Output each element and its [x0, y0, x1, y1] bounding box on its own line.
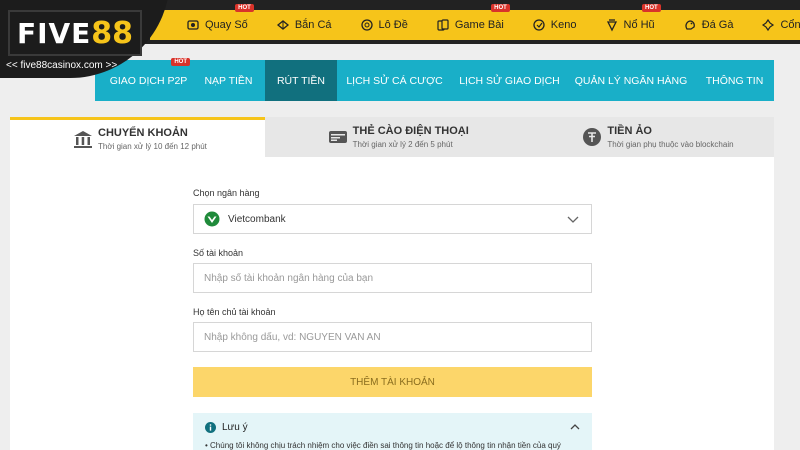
add-account-button[interactable]: THÊM TÀI KHOẢN: [193, 367, 592, 397]
tab-label: QUẢN LÝ NGÂN HÀNG: [574, 74, 688, 87]
tab-thong-tin[interactable]: THÔNG TIN: [695, 60, 774, 101]
method-text: CHUYỂN KHOẢN Thời gian xử lý 10 đến 12 p…: [98, 127, 207, 151]
game-nav-label: Đá Gà: [701, 19, 734, 31]
fish-icon: [276, 18, 290, 32]
cards-icon: [436, 18, 450, 32]
withdraw-form-panel: Chọn ngân hàng Vietcombank Số tài khoản …: [10, 157, 774, 450]
method-subtitle: Thời gian phụ thuộc vào blockchain: [607, 140, 734, 149]
info-icon: [205, 422, 216, 433]
hot-badge: HOT: [491, 4, 510, 12]
account-number-field: [193, 263, 592, 293]
game-nav-label: Bắn Cá: [294, 19, 332, 31]
account-holder-label: Họ tên chủ tài khoản: [193, 307, 276, 317]
game-nav-label: Game Bài: [454, 19, 504, 31]
tab-quan-ly-ngan-hang[interactable]: QUẢN LÝ NGÂN HÀNG: [567, 60, 695, 101]
tab-label: THÔNG TIN: [705, 74, 764, 87]
tab-label: GIAO DỊCH P2P: [109, 74, 188, 87]
game-nav: Quay Số HOT Bắn Cá Lô Đề Game Bài HOT Ke…: [150, 4, 800, 40]
withdraw-method-tabs: CHUYỂN KHOẢN Thời gian xử lý 10 đến 12 p…: [10, 117, 775, 157]
tab-rut-tien[interactable]: RÚT TIỀN: [265, 60, 337, 101]
account-nav: GIAO DỊCH P2P HOT NẠP TIỀN RÚT TIỀN LỊCH…: [95, 58, 774, 101]
bank-select-label: Chọn ngân hàng: [193, 188, 260, 198]
method-text: THẺ CÀO ĐIỆN THOẠI Thời gian xử lý 2 đến…: [353, 125, 469, 149]
game-nav-label: Nổ Hũ: [623, 19, 655, 31]
game-nav-item-keno[interactable]: Keno: [514, 10, 587, 40]
method-text: TIỀN ẢO Thời gian phụ thuộc vào blockcha…: [607, 125, 733, 149]
note-text: • Chúng tôi không chịu trách nhiệm cho v…: [205, 441, 561, 450]
rooster-icon: [683, 18, 697, 32]
method-subtitle: Thời gian xử lý 10 đến 12 phút: [98, 141, 207, 151]
account-number-input[interactable]: [204, 272, 581, 284]
tab-label: LỊCH SỬ GIAO DỊCH: [459, 74, 560, 87]
game-nav-label: Quay Số: [205, 19, 248, 31]
vietcombank-logo-icon: [204, 211, 220, 227]
brand-logo[interactable]: FIVE 88: [8, 10, 142, 56]
method-title: CHUYỂN KHOẢN: [98, 126, 188, 139]
game-nav-label: Cổng Game: [780, 19, 800, 31]
logo-text-88: 88: [91, 15, 134, 51]
card-icon: [327, 126, 349, 148]
account-number-label: Số tài khoản: [193, 248, 244, 258]
slot-icon: [605, 18, 619, 32]
method-title: THẺ CÀO ĐIỆN THOẠI: [352, 125, 469, 137]
tab-lich-su-ca-cuoc[interactable]: LỊCH SỬ CÁ CƯỢC: [337, 60, 452, 101]
game-nav-item-cong-game[interactable]: Cổng Game: [743, 10, 800, 40]
game-nav-item-quay-so[interactable]: Quay Số HOT: [168, 4, 258, 40]
hot-badge: HOT: [235, 4, 254, 12]
ball-icon: [360, 18, 374, 32]
account-holder-input[interactable]: [204, 331, 581, 343]
tab-nap-tien[interactable]: NẠP TIỀN: [192, 60, 265, 101]
game-nav-label: Keno: [550, 19, 577, 31]
crypto-icon: [581, 126, 603, 148]
hot-badge: HOT: [171, 58, 190, 66]
chevron-up-icon[interactable]: [570, 422, 580, 432]
game-nav-label: Lô Đề: [378, 19, 408, 31]
game-nav-item-no-hu[interactable]: Nổ Hũ HOT: [587, 4, 665, 40]
keno-icon: [532, 18, 546, 32]
tab-label: NẠP TIỀN: [204, 74, 253, 87]
bank-select[interactable]: Vietcombank: [193, 204, 592, 234]
bank-select-value: Vietcombank: [228, 213, 286, 225]
hot-badge: HOT: [642, 4, 661, 12]
method-title: TIỀN ẢO: [607, 125, 652, 137]
note-title: Lưu ý: [222, 422, 248, 433]
chevron-down-icon: [567, 216, 579, 223]
method-tab-bank-transfer[interactable]: CHUYỂN KHOẢN Thời gian xử lý 10 đến 12 p…: [10, 117, 265, 157]
account-holder-field: [193, 322, 592, 352]
game-nav-item-lo-de[interactable]: Lô Đề: [342, 10, 418, 40]
note-box: Lưu ý • Chúng tôi không chịu trách nhiệm…: [193, 413, 592, 450]
game-nav-item-game-bai[interactable]: Game Bài HOT: [418, 4, 514, 40]
method-subtitle: Thời gian xử lý 2 đến 5 phút: [352, 140, 453, 149]
game-nav-item-da-ga[interactable]: Đá Gà: [665, 10, 744, 40]
tab-label: RÚT TIỀN: [276, 74, 326, 87]
bank-icon: [72, 128, 94, 150]
note-header[interactable]: Lưu ý: [205, 422, 248, 433]
logo-text-five: FIVE: [16, 16, 92, 50]
tab-label: LỊCH SỬ CÁ CƯỢC: [346, 74, 443, 87]
tab-lich-su-giao-dich[interactable]: LỊCH SỬ GIAO DỊCH: [452, 60, 567, 101]
game-nav-item-ban-ca[interactable]: Bắn Cá: [258, 10, 342, 40]
method-tab-phone-card[interactable]: THẺ CÀO ĐIỆN THOẠI Thời gian xử lý 2 đến…: [264, 117, 520, 157]
lottery-icon: [186, 18, 200, 32]
method-tab-crypto[interactable]: TIỀN ẢO Thời gian phụ thuộc vào blockcha…: [519, 117, 775, 157]
site-url: << five88casinox.com >>: [6, 60, 118, 71]
gamepad-icon: [761, 18, 775, 32]
